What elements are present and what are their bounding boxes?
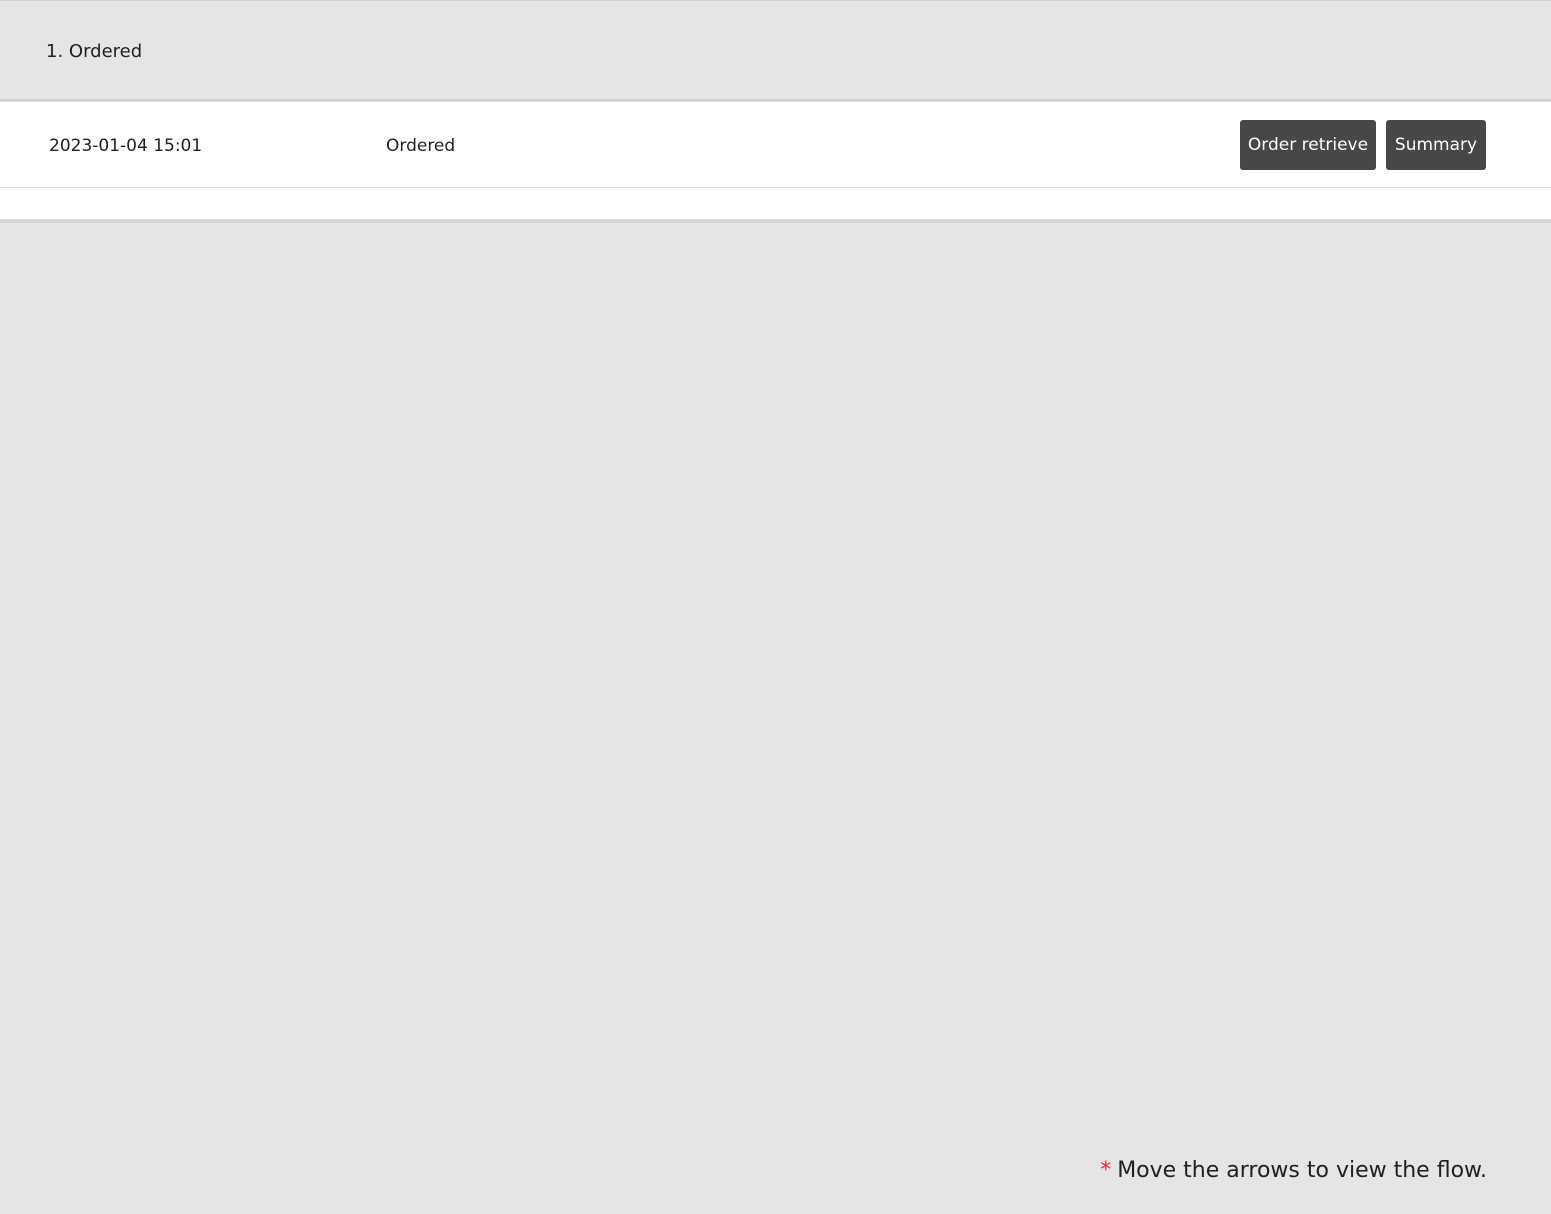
row-status: Ordered [386, 136, 456, 156]
required-asterisk: * [1100, 1158, 1112, 1183]
row-date: 2023-01-04 15:01 [49, 136, 203, 156]
history-panel: 2023-01-04 15:01 Ordered Order retrieve … [0, 102, 1551, 223]
summary-button[interactable]: Summary [1386, 120, 1486, 170]
section-header: 1. Ordered [0, 1, 1551, 101]
section-title: 1. Ordered [46, 41, 143, 62]
footnote-text: Move the arrows to view the flow. [1117, 1158, 1487, 1183]
order-retrieve-button[interactable]: Order retrieve [1240, 120, 1376, 170]
footnote: * Move the arrows to view the flow. [1100, 1157, 1487, 1185]
table-row: 2023-01-04 15:01 Ordered Order retrieve … [0, 102, 1551, 188]
